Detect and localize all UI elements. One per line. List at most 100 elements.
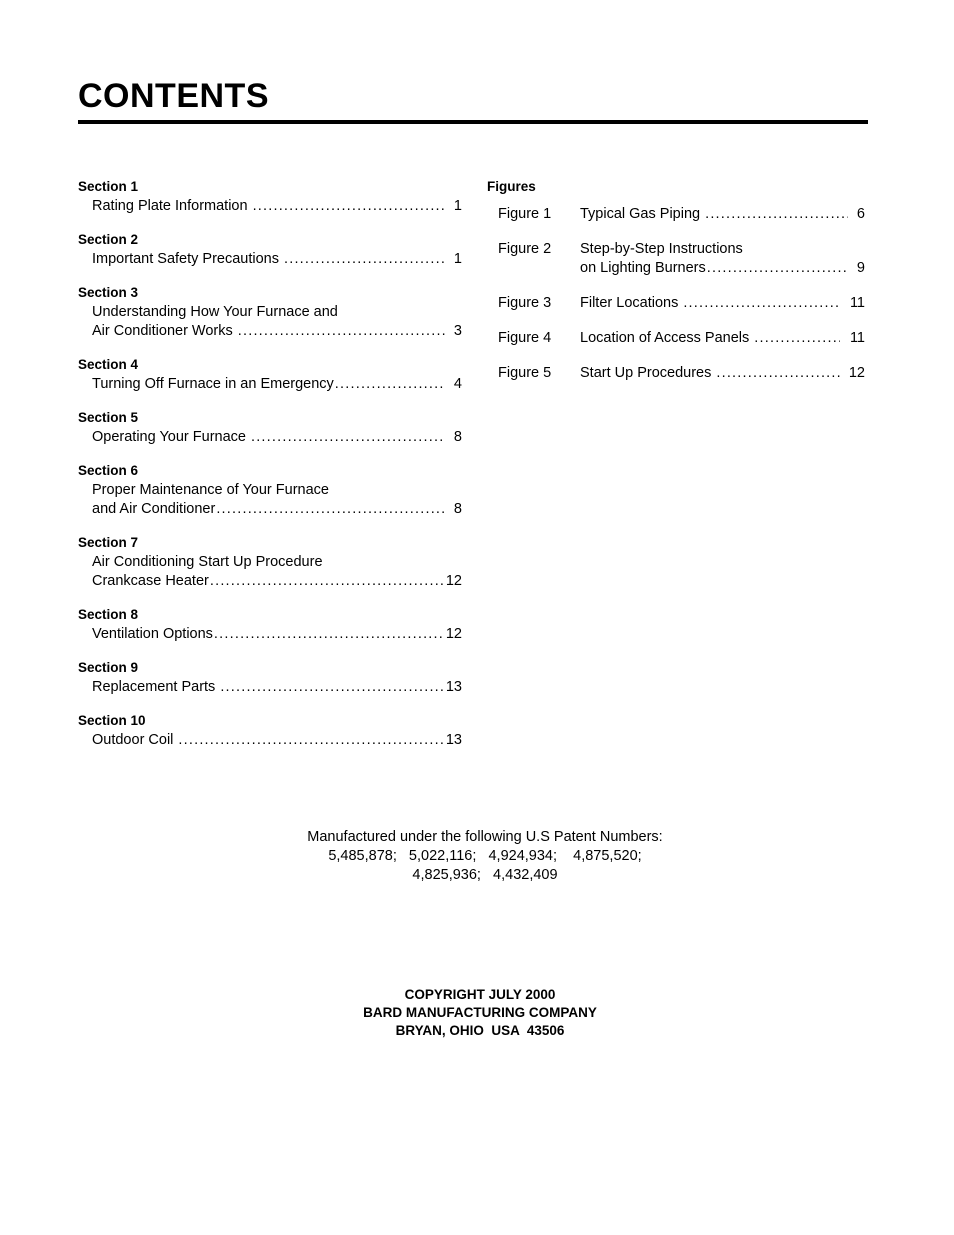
toc-leader-row: Rating Plate Information 1 xyxy=(92,197,462,216)
sections-column: Section 1Rating Plate Information1Sectio… xyxy=(78,178,462,765)
toc-leader-row: Ventilation Options 12 xyxy=(92,625,462,644)
toc-section-heading: Section 3 xyxy=(78,285,139,300)
toc-entry-text: and Air Conditioner xyxy=(92,501,216,517)
patent-notice-line: 4,825,936; 4,432,409 xyxy=(412,867,558,883)
toc-section-entry[interactable]: Section 9 Replacement Parts 13 xyxy=(78,659,462,697)
toc-entry-text: Air Conditioner Works xyxy=(92,323,233,339)
toc-section-entry[interactable]: Section 5 Operating Your Furnace 8 xyxy=(78,409,462,447)
toc-figure-entry[interactable]: Figure 1 Typical Gas Piping 6 xyxy=(498,205,865,224)
toc-figure-label: Figure 2 xyxy=(498,241,552,257)
toc-section-lines: Turning Off Furnace in an Emergency 4 xyxy=(92,375,462,394)
toc-page-number: 12 xyxy=(848,365,865,381)
toc-entry-text: Air Conditioning Start Up Procedure xyxy=(92,554,323,570)
toc-section-heading: Section 9 xyxy=(78,660,139,675)
toc-entry-text: Start Up Procedures xyxy=(580,365,712,381)
toc-entry-text: on Lighting Burners xyxy=(580,260,706,276)
toc-page-number: 9 xyxy=(856,260,865,276)
toc-section-lines: Rating Plate Information 1 xyxy=(92,197,462,216)
toc-entry-text: Crankcase Heater xyxy=(92,573,209,589)
toc-section-lines: Replacement Parts 13 xyxy=(92,678,462,697)
toc-section-heading: Section 1 xyxy=(78,179,139,194)
toc-entry-text: Ventilation Options xyxy=(92,626,213,642)
toc-leader-row: Location of Access Panels 11 xyxy=(580,329,865,348)
toc-figure-entry[interactable]: Figure 4 Location of Access Panels 11 xyxy=(498,329,865,348)
toc-leader-row: Typical Gas Piping 6 xyxy=(580,205,865,224)
toc-leader-row: Outdoor Coil 13 xyxy=(92,731,462,750)
toc-entry-text: Step-by-Step Instructions xyxy=(580,241,743,257)
copyright-line: BRYAN, OHIO USA 43506 xyxy=(395,1023,565,1038)
toc-section-entry[interactable]: Section 8 Ventilation Options 12 xyxy=(78,606,462,644)
copyright-line: COPYRIGHT JULY 2000 xyxy=(404,987,556,1002)
toc-leader-row: Filter Locations 11 xyxy=(580,294,865,313)
page-title: CONTENTS xyxy=(78,77,269,115)
toc-page-number: 3 xyxy=(453,323,462,339)
toc-figure-body: Filter Locations 11 xyxy=(580,294,865,313)
dot-leader xyxy=(284,250,445,269)
toc-section-entry[interactable]: Section 10 Outdoor Coil 13 xyxy=(78,712,462,750)
toc-page-number: 12 xyxy=(445,626,462,642)
toc-section-entry[interactable]: Section 7 Air Conditioning Start Up Proce… xyxy=(78,534,462,591)
toc-entry-text: Important Safety Precautions xyxy=(92,251,279,267)
toc-entry-text: Typical Gas Piping xyxy=(580,206,701,222)
copyright-notice: COPYRIGHT JULY 2000 BARD MANUFACTURING CO… xyxy=(0,986,954,1040)
dot-leader xyxy=(178,731,444,750)
toc-entry-text: Filter Locations xyxy=(580,295,679,311)
toc-leader-row: Important Safety Precautions 1 xyxy=(92,250,462,269)
dot-leader xyxy=(335,375,445,394)
patent-notice: Manufactured under the following U.S Pat… xyxy=(0,828,954,885)
toc-figure-entry[interactable]: Figure 5 Start Up Procedures 12 xyxy=(498,364,865,383)
toc-section-heading: Section 2 xyxy=(78,232,139,247)
toc-page-number: 1 xyxy=(453,251,462,267)
toc-section-entry[interactable]: Section 3 Understanding How Your Furnace … xyxy=(78,284,462,341)
toc-section-lines: Important Safety Precautions 1 xyxy=(92,250,462,269)
figures-heading: Figures xyxy=(487,179,536,194)
toc-section-entry[interactable]: Section 6 Proper Maintenance of Your Furn… xyxy=(78,462,462,519)
toc-entry-text: Understanding How Your Furnace and xyxy=(92,304,338,320)
toc-figure-body: Step-by-Step Instructions on Lighting Bur… xyxy=(580,240,865,278)
toc-section-lines: Air Conditioning Start Up Procedure Crank… xyxy=(92,553,462,591)
dot-leader xyxy=(705,205,848,224)
toc-figure-label: Figure 4 xyxy=(498,330,552,346)
toc-figure-label: Figure 1 xyxy=(498,206,552,222)
toc-leader-row: Operating Your Furnace 8 xyxy=(92,428,462,447)
document-page: CONTENTS Section 1 Rating Plate Informati… xyxy=(0,0,954,1235)
dot-leader xyxy=(707,259,848,278)
toc-entry-text: Location of Access Panels xyxy=(580,330,750,346)
toc-section-lines: Outdoor Coil 13 xyxy=(92,731,462,750)
toc-figure-label: Figure 3 xyxy=(498,295,552,311)
toc-entry-text: Rating Plate Information xyxy=(92,198,248,214)
toc-section-heading: Section 4 xyxy=(78,357,139,372)
title-divider xyxy=(78,120,868,124)
dot-leader xyxy=(251,428,445,447)
toc-page-number: 13 xyxy=(445,732,462,748)
toc-page-number: 6 xyxy=(856,206,865,222)
toc-leader-row: Air Conditioner Works 3 xyxy=(92,322,462,341)
toc-section-entry[interactable]: Section 2 Important Safety Precautions 1 xyxy=(78,231,462,269)
toc-page-number: 11 xyxy=(849,295,865,311)
toc-page-number: 11 xyxy=(849,330,865,346)
toc-figure-entry[interactable]: Figure 3 Filter Locations 11 xyxy=(498,294,865,313)
dot-leader xyxy=(253,197,445,216)
toc-section-lines: Understanding How Your Furnace and Air Co… xyxy=(92,303,462,341)
toc-leader-row: Start Up Procedures 12 xyxy=(580,364,865,383)
toc-figure-entry[interactable]: Figure 2 Step-by-Step Instructions on Ligh… xyxy=(498,240,865,278)
toc-page-number: 12 xyxy=(445,573,462,589)
title-block: CONTENTS xyxy=(78,76,868,124)
toc-leader-row: Turning Off Furnace in an Emergency 4 xyxy=(92,375,462,394)
toc-leader-row: on Lighting Burners 9 xyxy=(580,259,865,278)
toc-figure-body: Typical Gas Piping 6 xyxy=(580,205,865,224)
dot-leader xyxy=(238,322,445,341)
toc-leader-row: Crankcase Heater 12 xyxy=(92,572,462,591)
toc-section-entry[interactable]: Section 1 Rating Plate Information 1 xyxy=(78,178,462,216)
toc-section-lines: Proper Maintenance of Your Furnace and Ai… xyxy=(92,481,462,519)
figures-column: Figures Figure 1Typical Gas Piping6Figur… xyxy=(487,178,865,399)
toc-section-heading: Section 8 xyxy=(78,607,139,622)
toc-section-entry[interactable]: Section 4 Turning Off Furnace in an Emerg… xyxy=(78,356,462,394)
toc-entry-text: Operating Your Furnace xyxy=(92,429,246,445)
toc-entry-text: Outdoor Coil xyxy=(92,732,174,748)
copyright-line: BARD MANUFACTURING COMPANY xyxy=(363,1005,597,1020)
toc-section-lines: Operating Your Furnace 8 xyxy=(92,428,462,447)
toc-page-number: 8 xyxy=(453,501,462,517)
toc-section-heading: Section 6 xyxy=(78,463,139,478)
dot-leader xyxy=(220,678,445,697)
